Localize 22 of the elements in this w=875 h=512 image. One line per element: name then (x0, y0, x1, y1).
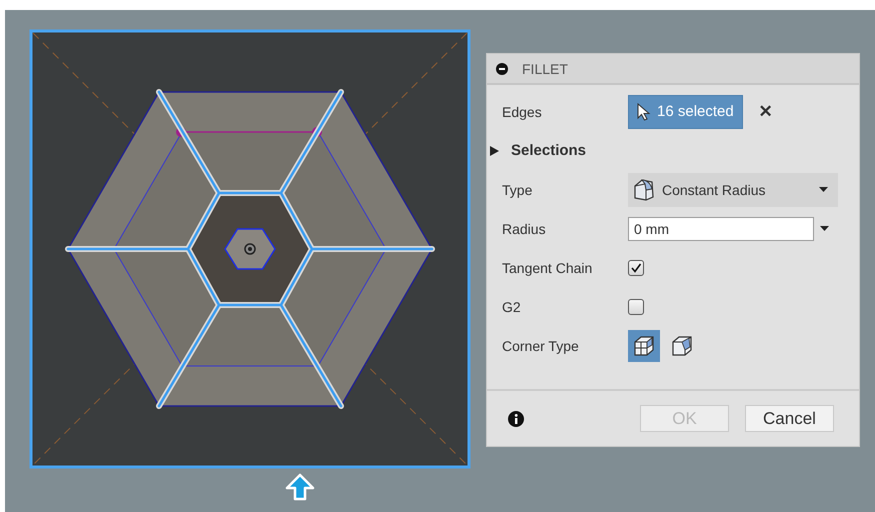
panel-title: FILLET (522, 60, 568, 76)
field-label: Corner Type (502, 338, 580, 354)
radius-input[interactable]: 0 mm (628, 216, 814, 240)
field-label: Edges (502, 104, 543, 120)
dialog-button[interactable]: Cancel (745, 405, 834, 432)
field-label: Type (502, 182, 534, 198)
field-label: Radius (502, 220, 547, 236)
fillet-cube-icon (632, 178, 656, 202)
field-label: G2 (502, 298, 522, 314)
corner-type-button[interactable] (628, 330, 660, 362)
expander-icon[interactable] (490, 146, 499, 156)
dropdown-caret-icon (819, 187, 828, 192)
type-dropdown[interactable]: Constant Radius (628, 172, 838, 206)
section-label[interactable]: Selections (511, 142, 586, 159)
checkbox[interactable] (628, 298, 644, 314)
field-label: Tangent Chain (502, 260, 594, 276)
clear-selection-button[interactable]: ✕ (758, 101, 773, 122)
info-icon[interactable] (508, 410, 524, 426)
pointer-icon (637, 102, 651, 120)
checkbox[interactable] (628, 260, 644, 276)
dropdown-caret-icon[interactable] (820, 226, 829, 231)
collapse-icon[interactable] (496, 62, 508, 74)
